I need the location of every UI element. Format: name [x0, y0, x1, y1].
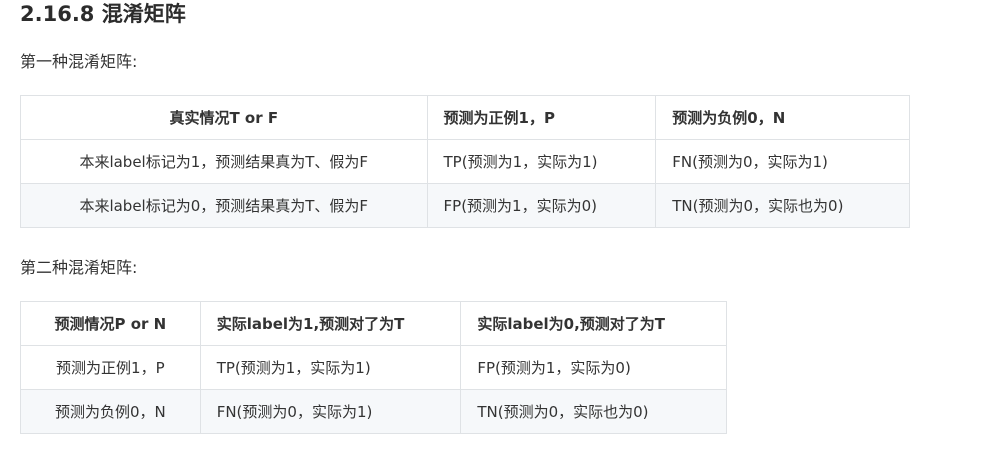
table-cell: TN(预测为0，实际也为0) [460, 389, 727, 434]
header-cell: 实际label为1,预测对了为T [199, 301, 462, 346]
header-cell: 预测情况P or N [20, 301, 201, 346]
table-row: 预测为负例0，N FN(预测为0，实际为1) TN(预测为0，实际也为0) [20, 389, 727, 434]
table-cell: TP(预测为1，实际为1) [199, 345, 462, 390]
table-cell: FP(预测为1，实际为0) [426, 183, 657, 228]
table-cell: 本来label标记为1，预测结果真为T、假为F [20, 139, 428, 184]
paragraph-first-matrix: 第一种混淆矩阵: [20, 52, 138, 71]
table-row: 本来label标记为1，预测结果真为T、假为F TP(预测为1，实际为1) FN… [20, 139, 910, 184]
table-cell: FN(预测为0，实际为1) [199, 389, 462, 434]
header-cell: 预测为正例1，P [426, 95, 657, 140]
table-row: 本来label标记为0，预测结果真为T、假为F FP(预测为1，实际为0) TN… [20, 183, 910, 228]
confusion-matrix-table-2: 预测情况P or N 实际label为1,预测对了为T 实际label为0,预测… [20, 301, 727, 434]
table-cell: 预测为负例0，N [20, 389, 201, 434]
table-header-row: 预测情况P or N 实际label为1,预测对了为T 实际label为0,预测… [20, 301, 727, 346]
table-row: 预测为正例1，P TP(预测为1，实际为1) FP(预测为1，实际为0) [20, 345, 727, 390]
table-cell: TN(预测为0，实际也为0) [655, 183, 910, 228]
table-cell: FP(预测为1，实际为0) [460, 345, 727, 390]
section-heading: 2.16.8 混淆矩阵 [20, 2, 186, 26]
table-cell: 本来label标记为0，预测结果真为T、假为F [20, 183, 428, 228]
table-cell: FN(预测为0，实际为1) [655, 139, 910, 184]
confusion-matrix-table-1: 真实情况T or F 预测为正例1，P 预测为负例0，N 本来label标记为1… [20, 95, 910, 228]
table-cell: 预测为正例1，P [20, 345, 201, 390]
paragraph-second-matrix: 第二种混淆矩阵: [20, 258, 138, 277]
table-header-row: 真实情况T or F 预测为正例1，P 预测为负例0，N [20, 95, 910, 140]
header-cell: 预测为负例0，N [655, 95, 910, 140]
header-cell: 实际label为0,预测对了为T [460, 301, 727, 346]
header-cell: 真实情况T or F [20, 95, 428, 140]
table-cell: TP(预测为1，实际为1) [426, 139, 657, 184]
